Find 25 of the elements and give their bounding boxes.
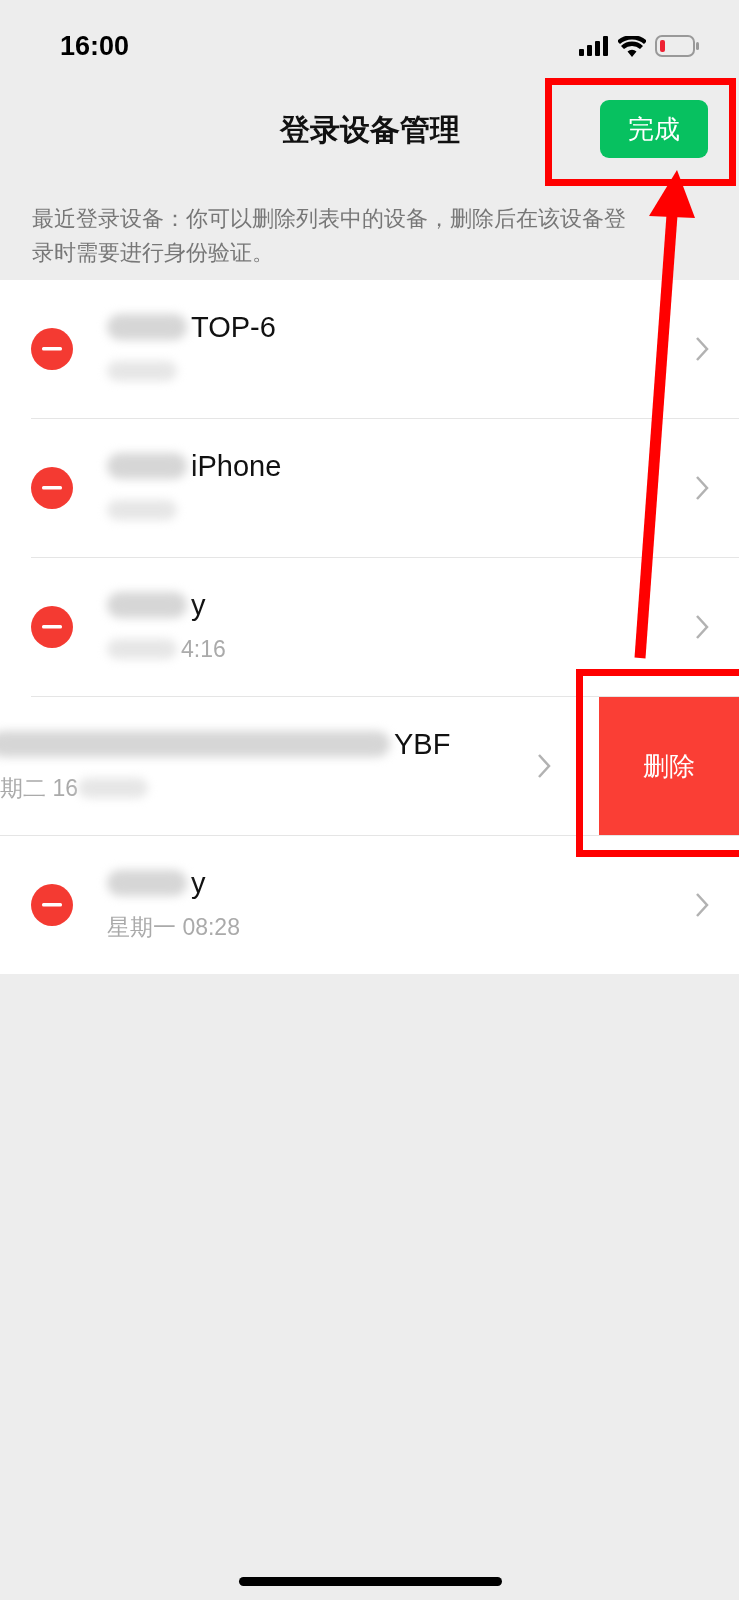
chevron-icon [695, 614, 709, 640]
chevron-icon [695, 475, 709, 501]
login-time: 4:16 [181, 635, 226, 663]
page-title: 登录设备管理 [279, 110, 460, 149]
remove-icon[interactable] [31, 328, 73, 370]
description-text: 最近登录设备：你可以删除列表中的设备，删除后在该设备登录时需要进行身份验证。 [31, 205, 627, 267]
device-name: YBF [394, 727, 451, 761]
delete-button[interactable]: 删除 [599, 697, 739, 835]
chevron-icon [695, 892, 709, 918]
signal-icon [579, 36, 609, 56]
wifi-icon [618, 35, 646, 57]
battery-icon [655, 35, 699, 57]
chevron-icon [695, 336, 709, 362]
remove-icon[interactable] [31, 884, 73, 926]
device-name: y [191, 866, 206, 900]
device-name: TOP-6 [191, 310, 276, 344]
done-button[interactable]: 完成 [600, 100, 708, 158]
remove-icon[interactable] [31, 606, 73, 648]
login-time: 期二 16 [0, 773, 78, 803]
status-time: 16:00 [60, 30, 130, 62]
login-time: 星期一 08:28 [107, 912, 240, 942]
chevron-icon [537, 753, 551, 779]
device-name: y [191, 588, 206, 622]
remove-icon[interactable] [31, 467, 73, 509]
device-name: iPhone [191, 449, 282, 483]
